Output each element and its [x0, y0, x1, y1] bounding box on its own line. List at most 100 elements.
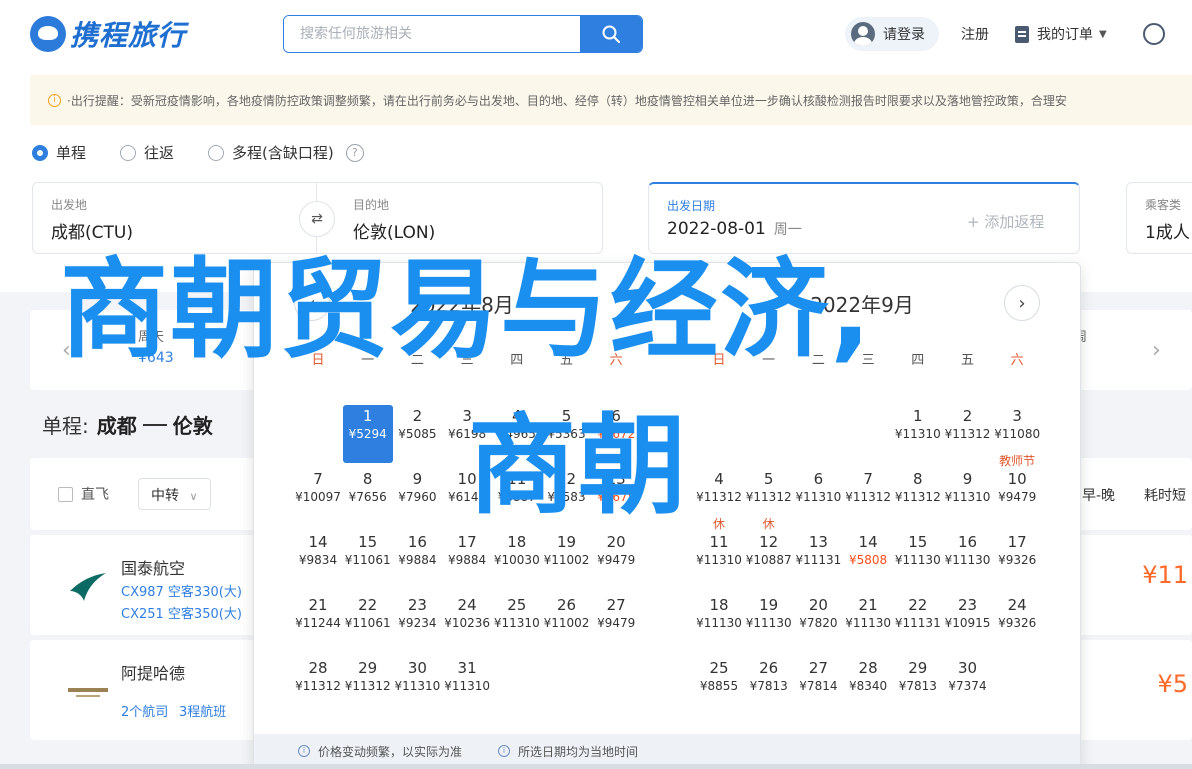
calendar-day-sep[interactable]: 21 ¥11130: [843, 594, 893, 652]
calendar-day-aug[interactable]: 19 ¥11002: [542, 531, 592, 589]
day-price: ¥11312: [696, 490, 742, 504]
day-price: ¥11312: [845, 490, 891, 504]
destination-field[interactable]: 目的地 伦敦(LON): [316, 182, 603, 254]
calendar-day-aug[interactable]: 23 ¥9234: [392, 594, 442, 652]
calendar-day-sep[interactable]: 19 ¥11130: [744, 594, 794, 652]
calendar-day-aug[interactable]: 28 ¥11312: [293, 657, 343, 715]
calendar-day-sep[interactable]: 6 ¥11310: [793, 468, 843, 526]
login-button[interactable]: 请登录: [845, 17, 939, 51]
calendar-day-sep[interactable]: 11 ¥11310: [694, 531, 744, 589]
calendar-day-aug[interactable]: 8 ¥7656: [343, 468, 393, 526]
trip-type-multicity[interactable]: 多程(含缺口程): [208, 142, 334, 163]
day-number: 29: [358, 659, 378, 677]
calendar-day-aug[interactable]: 31 ¥11310: [442, 657, 492, 715]
calendar-day-sep[interactable]: 18 ¥11130: [694, 594, 744, 652]
chevron-right-icon: ›: [1018, 292, 1026, 314]
calendar-day-sep[interactable]: 20 ¥7820: [793, 594, 843, 652]
customer-service-icon[interactable]: [1142, 23, 1165, 45]
day-price: ¥11002: [543, 553, 590, 567]
ctrip-logo[interactable]: 携程旅行: [30, 14, 186, 54]
calendar-day-sep[interactable]: 16 ¥11130: [943, 531, 993, 589]
calendar-day-aug[interactable]: 9 ¥7960: [392, 468, 442, 526]
calendar-day-aug[interactable]: 17 ¥9884: [442, 531, 492, 589]
calendar-day-sep[interactable]: 8 ¥11312: [893, 468, 943, 526]
calendar-day-sep[interactable]: 24 ¥9326: [992, 594, 1042, 652]
sort-early-late[interactable]: 早-晚: [1082, 485, 1115, 505]
calendar-day-sep[interactable]: 30 ¥7374: [943, 657, 993, 715]
calendar-day-sep[interactable]: 27 ¥7814: [793, 657, 843, 715]
route-summary: 单程: 成都 伦敦: [42, 410, 213, 439]
calendar-day-aug[interactable]: 21 ¥11244: [293, 594, 343, 652]
calendar-day-sep[interactable]: 29 ¥7813: [893, 657, 943, 715]
holiday-label: 教师节: [999, 454, 1036, 468]
day-price: ¥11312: [745, 490, 792, 504]
calendar-day-aug[interactable]: 14 ¥9834: [293, 531, 343, 589]
day-number: 1: [913, 407, 923, 425]
day-price: ¥7814: [799, 679, 838, 693]
chevron-right-icon[interactable]: ›: [1152, 338, 1161, 363]
calendar-day-aug[interactable]: 7 ¥10097: [293, 468, 343, 526]
calendar-day-sep[interactable]: 10 ¥9479 教师节: [992, 454, 1042, 526]
calendar-day-sep[interactable]: 14 ¥5808: [843, 531, 893, 589]
register-link[interactable]: 注册: [961, 24, 989, 44]
calendar-day-sep[interactable]: 9 ¥11310: [943, 468, 993, 526]
add-return-button[interactable]: + 添加返程: [967, 211, 1044, 232]
calendar-day-sep[interactable]: 2 ¥11312: [943, 405, 993, 463]
calendar-day-aug[interactable]: 15 ¥11061: [343, 531, 393, 589]
calendar-day-aug[interactable]: 16 ¥9884: [392, 531, 442, 589]
calendar-day-aug[interactable]: 25 ¥11310: [492, 594, 542, 652]
calendar-day-sep[interactable]: 13 ¥11131: [793, 531, 843, 589]
calendar-day-sep[interactable]: 15 ¥11130: [893, 531, 943, 589]
calendar-day-sep[interactable]: 23 ¥10915: [943, 594, 993, 652]
day-price: ¥11061: [344, 553, 391, 567]
day-price: ¥10030: [493, 553, 540, 567]
date-value: 2022-08-01 周一: [667, 219, 802, 239]
trip-type-selector: 单程 往返 多程(含缺口程) ?: [32, 142, 364, 163]
day-number: 29: [908, 659, 928, 677]
calendar-footer: i 价格变动频繁，以实际为准 i 所选日期均为当地时间: [254, 734, 1080, 768]
calendar-day-aug[interactable]: 26 ¥11002: [542, 594, 592, 652]
day-number: 27: [808, 659, 828, 677]
calendar-day-aug[interactable]: 18 ¥10030: [492, 531, 542, 589]
sort-duration[interactable]: 耗时短: [1144, 485, 1186, 505]
calendar-day-aug[interactable]: 27 ¥9479: [591, 594, 641, 652]
direct-only-checkbox[interactable]: 直飞: [58, 484, 109, 504]
departure-field[interactable]: 出发地 成都(CTU): [32, 182, 317, 254]
calendar-day-aug[interactable]: 24 ¥10236: [442, 594, 492, 652]
calendar-day-sep[interactable]: 26 ¥7813: [744, 657, 794, 715]
flight-price: ¥5: [1157, 670, 1188, 698]
calendar-day-sep[interactable]: 12 ¥10887 休: [744, 517, 794, 589]
calendar-day-aug[interactable]: 2 ¥5085: [392, 405, 442, 463]
search-input[interactable]: [284, 16, 580, 52]
calendar-day-aug[interactable]: 30 ¥11310: [392, 657, 442, 715]
search-button[interactable]: [580, 16, 642, 52]
help-icon[interactable]: ?: [345, 143, 364, 162]
calendar-day-aug[interactable]: 22 ¥11061: [343, 594, 393, 652]
calendar-day-sep[interactable]: 7 ¥11312: [843, 468, 893, 526]
day-number: 17: [1007, 533, 1027, 551]
departure-value: 成都(CTU): [51, 223, 133, 243]
next-month-button[interactable]: ›: [1004, 285, 1040, 321]
calendar-day-sep[interactable]: 1 ¥11310: [893, 405, 943, 463]
orders-label: 我的订单: [1037, 27, 1093, 43]
day-number: 12: [759, 533, 779, 551]
transfer-filter-select[interactable]: 中转 ∨: [138, 478, 211, 510]
calendar-day-sep[interactable]: 17 ¥9326: [992, 531, 1042, 589]
day-number: 7: [863, 470, 873, 488]
day-price: ¥7960: [398, 490, 437, 504]
calendar-day-aug[interactable]: 1 ¥5294: [342, 405, 393, 463]
calendar-day-aug[interactable]: 20 ¥9479: [591, 531, 641, 589]
day-price: ¥9479: [998, 490, 1037, 504]
calendar-day-sep[interactable]: 28 ¥8340: [843, 657, 893, 715]
passenger-field[interactable]: 乘客类 1成人: [1126, 182, 1192, 254]
login-label: 请登录: [883, 27, 925, 43]
swap-cities-button[interactable]: ⇄: [299, 201, 335, 237]
day-price: ¥7656: [348, 490, 387, 504]
calendar-day-sep[interactable]: 22 ¥11131: [893, 594, 943, 652]
calendar-day-sep[interactable]: 25 ¥8855: [694, 657, 744, 715]
trip-type-roundtrip[interactable]: 往返: [120, 142, 174, 163]
calendar-day-aug[interactable]: 29 ¥11312: [343, 657, 393, 715]
my-orders-menu[interactable]: 我的订单 ▼: [1015, 24, 1107, 44]
trip-type-oneway[interactable]: 单程: [32, 142, 86, 163]
departure-date-field[interactable]: 出发日期 2022-08-01 周一 + 添加返程: [648, 182, 1080, 254]
